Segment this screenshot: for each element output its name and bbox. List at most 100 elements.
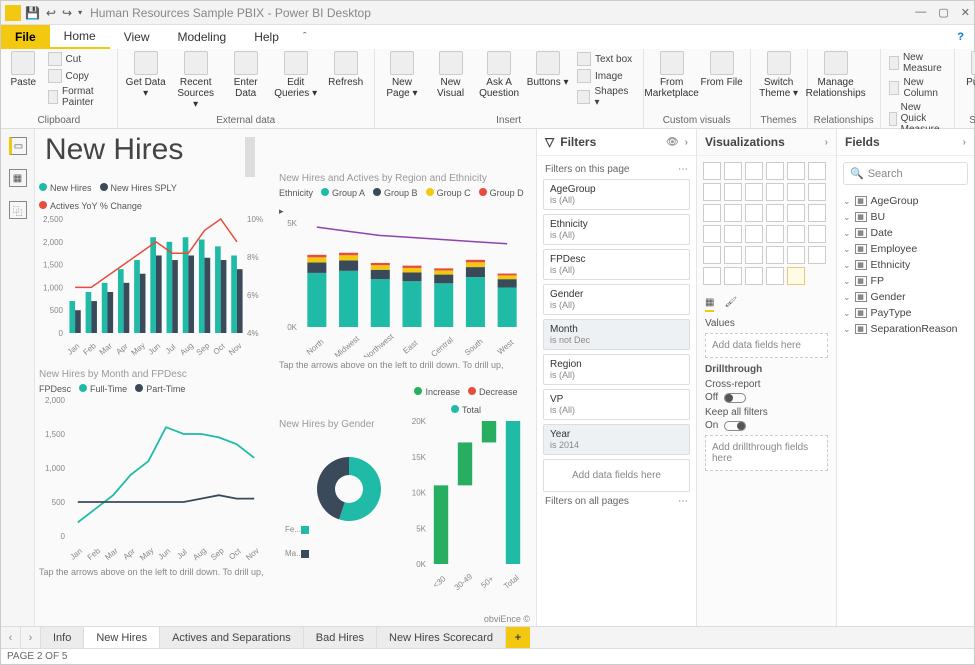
viz-type-22[interactable] xyxy=(787,225,805,243)
viz-type-32[interactable] xyxy=(745,267,763,285)
get-data-button[interactable]: Get Data ▾ xyxy=(124,51,168,99)
filter-card-year[interactable]: Yearis 2014 xyxy=(543,424,690,455)
viz-type-24[interactable] xyxy=(703,246,721,264)
save-icon[interactable]: 💾 xyxy=(25,6,40,20)
undo-icon[interactable]: ↩ xyxy=(46,6,56,20)
page-tab-next[interactable]: › xyxy=(21,627,41,648)
filter-card-agegroup[interactable]: AgeGroupis (All) xyxy=(543,179,690,210)
fields-well-icon[interactable]: ▦ xyxy=(705,297,714,312)
qat-dropdown-icon[interactable]: ▾ xyxy=(78,8,82,17)
edit-queries-button[interactable]: Edit Queries ▾ xyxy=(274,51,318,99)
cut-button[interactable]: Cut xyxy=(46,51,111,67)
help-question-icon[interactable]: ? xyxy=(947,25,974,49)
viz-type-34[interactable] xyxy=(787,267,805,285)
page-tab-new-hires[interactable]: New Hires xyxy=(84,627,160,648)
fields-collapse-icon[interactable]: › xyxy=(963,137,966,148)
refresh-button[interactable]: Refresh xyxy=(324,51,368,88)
viz-type-33[interactable] xyxy=(766,267,784,285)
field-table-paytype[interactable]: ⌄▦PayType xyxy=(843,305,968,321)
new-visual-button[interactable]: New Visual xyxy=(429,51,472,99)
publish-button[interactable]: Publish xyxy=(961,51,975,88)
new-column-button[interactable]: New Column xyxy=(887,76,948,100)
viz-type-4[interactable] xyxy=(787,162,805,180)
viz-type-0[interactable] xyxy=(703,162,721,180)
data-view-icon[interactable]: ▦ xyxy=(9,169,27,187)
menu-modeling[interactable]: Modeling xyxy=(163,25,240,49)
format-well-icon[interactable]: 🖌 xyxy=(724,297,737,312)
filter-card-month[interactable]: Monthis not Dec xyxy=(543,319,690,350)
viz-type-29[interactable] xyxy=(808,246,826,264)
filter-card-region[interactable]: Regionis (All) xyxy=(543,354,690,385)
gender-chart-card[interactable]: New Hires by Gender Fe...Ma... xyxy=(279,419,399,567)
viz-type-27[interactable] xyxy=(766,246,784,264)
page-tab-new-hires-scorecard[interactable]: New Hires Scorecard xyxy=(377,627,506,648)
buttons-button[interactable]: Buttons ▾ xyxy=(526,51,569,88)
viz-type-15[interactable] xyxy=(766,204,784,222)
recent-sources-button[interactable]: Recent Sources ▾ xyxy=(174,51,218,110)
paste-button[interactable]: Paste xyxy=(7,51,40,88)
filter-card-gender[interactable]: Genderis (All) xyxy=(543,284,690,315)
menu-file[interactable]: File xyxy=(1,25,50,49)
viz-type-26[interactable] xyxy=(745,246,763,264)
page-tab-bad-hires[interactable]: Bad Hires xyxy=(304,627,377,648)
viz-type-31[interactable] xyxy=(724,267,742,285)
waterfall-chart-card[interactable]: Increase Decrease Total 0K5K10K15K20K<30… xyxy=(403,387,529,593)
viz-type-25[interactable] xyxy=(724,246,742,264)
report-canvas[interactable]: New Hires New Hires New Hires SPLY Activ… xyxy=(35,129,536,626)
field-table-date[interactable]: ⌄▦Date xyxy=(843,225,968,241)
viz-type-30[interactable] xyxy=(703,267,721,285)
ribbon-collapse-icon[interactable]: ˆ xyxy=(293,25,317,49)
field-table-agegroup[interactable]: ⌄▦AgeGroup xyxy=(843,193,968,209)
field-table-fp[interactable]: ⌄▦FP xyxy=(843,273,968,289)
viz-type-20[interactable] xyxy=(745,225,763,243)
viz-type-10[interactable] xyxy=(787,183,805,201)
viz-type-11[interactable] xyxy=(808,183,826,201)
format-painter-button[interactable]: Format Painter xyxy=(46,85,111,109)
filter-card-fpdesc[interactable]: FPDescis (All) xyxy=(543,249,690,280)
filter-card-vp[interactable]: VPis (All) xyxy=(543,389,690,420)
menu-home[interactable]: Home xyxy=(50,25,110,49)
viz-type-1[interactable] xyxy=(724,162,742,180)
from-marketplace-button[interactable]: From Marketplace xyxy=(650,51,694,99)
region-chart-card[interactable]: New Hires and Actives by Region and Ethn… xyxy=(279,173,529,370)
report-view-icon[interactable]: ▭ xyxy=(9,137,27,155)
viz-type-9[interactable] xyxy=(766,183,784,201)
viz-type-12[interactable] xyxy=(703,204,721,222)
viz-type-19[interactable] xyxy=(724,225,742,243)
viz-type-28[interactable] xyxy=(787,246,805,264)
menu-help[interactable]: Help xyxy=(240,25,293,49)
page-tab-info[interactable]: Info xyxy=(41,627,84,648)
add-page-button[interactable]: + xyxy=(506,627,530,648)
field-table-gender[interactable]: ⌄▦Gender xyxy=(843,289,968,305)
textbox-button[interactable]: Text box xyxy=(575,51,637,67)
viz-type-18[interactable] xyxy=(703,225,721,243)
viz-type-2[interactable] xyxy=(745,162,763,180)
viz-type-6[interactable] xyxy=(703,183,721,201)
filters-visibility-icon[interactable]: 👁 xyxy=(666,137,679,148)
fpdesc-chart-card[interactable]: New Hires by Month and FPDesc FPDesc Ful… xyxy=(39,369,269,577)
viz-type-17[interactable] xyxy=(808,204,826,222)
viz-type-3[interactable] xyxy=(766,162,784,180)
manage-relationships-button[interactable]: Manage Relationships xyxy=(814,51,858,99)
viz-type-13[interactable] xyxy=(724,204,742,222)
new-measure-button[interactable]: New Measure xyxy=(887,51,948,75)
viz-type-7[interactable] xyxy=(724,183,742,201)
model-view-icon[interactable]: ⿻ xyxy=(9,201,27,219)
viz-type-8[interactable] xyxy=(745,183,763,201)
close-icon[interactable]: ✕ xyxy=(961,6,970,19)
shapes-button[interactable]: Shapes ▾ xyxy=(575,85,637,109)
legend-more-icon[interactable]: ▸ xyxy=(279,206,284,217)
viz-type-16[interactable] xyxy=(787,204,805,222)
viz-type-23[interactable] xyxy=(808,225,826,243)
fields-search[interactable]: 🔍 Search xyxy=(843,162,968,185)
viz-type-5[interactable] xyxy=(808,162,826,180)
filters-collapse-icon[interactable]: › xyxy=(685,137,688,148)
report-title-card[interactable]: New Hires xyxy=(45,133,183,167)
new-page-button[interactable]: New Page ▾ xyxy=(381,51,424,99)
ask-question-button[interactable]: Ask A Question xyxy=(478,51,521,99)
field-table-bu[interactable]: ⌄▦BU xyxy=(843,209,968,225)
add-filter-field[interactable]: Add data fields here xyxy=(543,459,690,492)
field-table-ethnicity[interactable]: ⌄▦Ethnicity xyxy=(843,257,968,273)
menu-view[interactable]: View xyxy=(110,25,164,49)
combo-chart-card[interactable]: New Hires New Hires SPLY Actives YoY % C… xyxy=(39,183,269,364)
